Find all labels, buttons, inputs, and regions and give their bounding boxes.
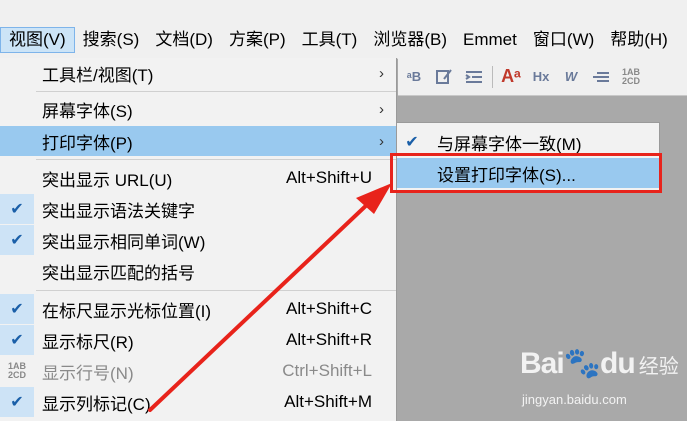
menu-window[interactable]: 窗口(W) bbox=[525, 27, 602, 53]
toolbar: ᵃB Aᵃ Hx W 1AB 2CD bbox=[398, 58, 687, 96]
menu-emmet[interactable]: Emmet bbox=[455, 27, 525, 53]
checkmark-icon: ✔ bbox=[10, 201, 24, 218]
chevron-right-icon: › bbox=[379, 100, 384, 118]
menu-scheme[interactable]: 方案(P) bbox=[221, 27, 294, 53]
menu-item-shortcut: Ctrl+Shift+L bbox=[282, 361, 372, 380]
toolbar-separator bbox=[492, 65, 493, 88]
menu-item-label: 屏幕字体(S) bbox=[42, 101, 133, 121]
menu-item-label: 显示列标记(C) bbox=[42, 394, 151, 414]
menu-separator bbox=[36, 290, 396, 291]
menu-item-gutter bbox=[0, 58, 34, 88]
menu-help[interactable]: 帮助(H) bbox=[602, 27, 676, 53]
checkmark-icon: ✔ bbox=[10, 232, 24, 249]
menu-item-show-column-marker[interactable]: ✔ 显示列标记(C) Alt+Shift+M bbox=[0, 387, 396, 417]
checkmark-icon: ✔ bbox=[405, 134, 419, 151]
view-menu-dropdown: 工具栏/视图(T) › 屏幕字体(S) › 打印字体(P) › 突出显示 URL… bbox=[0, 58, 397, 421]
menu-item-gutter: ✔ bbox=[0, 387, 34, 417]
word-wrap-icon[interactable]: W bbox=[559, 65, 583, 89]
menubar: 视图(V) 搜索(S) 文档(D) 方案(P) 工具(T) 浏览器(B) Emm… bbox=[0, 0, 687, 59]
menu-item-gutter bbox=[0, 94, 34, 124]
menu-item-gutter: ✔ bbox=[0, 225, 34, 255]
line-number-icon: 1AB 2CD bbox=[7, 361, 26, 380]
menu-item-gutter bbox=[0, 163, 34, 193]
menu-item-toolbar-view[interactable]: 工具栏/视图(T) › bbox=[0, 58, 396, 88]
menu-item-gutter: 1AB 2CD bbox=[0, 356, 34, 386]
menu-item-shortcut: Alt+Shift+M bbox=[284, 392, 372, 411]
checkmark-icon: ✔ bbox=[10, 301, 24, 318]
menu-item-highlight-url[interactable]: 突出显示 URL(U) Alt+Shift+U bbox=[0, 163, 396, 193]
menu-item-highlight-brackets[interactable]: 突出显示匹配的括号 bbox=[0, 256, 396, 286]
menu-item-label: 显示标尺(R) bbox=[42, 332, 134, 352]
menu-item-label: 突出显示相同单词(W) bbox=[42, 232, 206, 252]
menu-item-gutter: ✔ bbox=[0, 325, 34, 355]
menu-item-gutter: ✔ bbox=[0, 294, 34, 324]
menu-item-ruler-cursor-position[interactable]: ✔ 在标尺显示光标位置(I) Alt+Shift+C bbox=[0, 294, 396, 324]
menu-item-label: 工具栏/视图(T) bbox=[42, 65, 154, 85]
chevron-right-icon: › bbox=[379, 132, 384, 150]
paw-icon: 🐾 bbox=[563, 347, 601, 380]
menu-item-gutter bbox=[0, 256, 34, 286]
menu-separator bbox=[36, 159, 396, 160]
menu-document[interactable]: 文档(D) bbox=[147, 27, 221, 53]
annotation-highlight-box bbox=[390, 153, 662, 193]
menubar-row: 视图(V) 搜索(S) 文档(D) 方案(P) 工具(T) 浏览器(B) Emm… bbox=[0, 27, 676, 53]
menu-item-label: 打印字体(P) bbox=[42, 133, 133, 153]
watermark-cn: 经验 bbox=[638, 356, 679, 378]
menu-item-label: 突出显示 URL(U) bbox=[42, 170, 173, 190]
menu-item-show-line-numbers[interactable]: 1AB 2CD 显示行号(N) Ctrl+Shift+L bbox=[0, 356, 396, 386]
baidu-watermark: Bai🐾du 经验 jingyan.baidu.com bbox=[520, 346, 680, 416]
align-icon[interactable] bbox=[589, 65, 613, 89]
checkmark-icon: ✔ bbox=[10, 394, 24, 411]
menu-tools[interactable]: 工具(T) bbox=[294, 27, 366, 53]
font-size-icon[interactable]: ᵃB bbox=[402, 65, 426, 89]
menu-item-label: 与屏幕字体一致(M) bbox=[437, 134, 582, 154]
watermark-logo-suffix: du bbox=[600, 347, 636, 380]
menu-item-label: 显示行号(N) bbox=[42, 363, 134, 383]
menu-item-label: 在标尺显示光标位置(I) bbox=[42, 301, 212, 321]
watermark-url: jingyan.baidu.com bbox=[522, 392, 627, 407]
menu-item-screen-font[interactable]: 屏幕字体(S) › bbox=[0, 94, 396, 124]
font-color-icon[interactable]: Aᵃ bbox=[499, 65, 523, 89]
line-number-icon[interactable]: 1AB 2CD bbox=[619, 65, 643, 89]
menu-item-print-font[interactable]: 打印字体(P) › bbox=[0, 126, 396, 156]
menu-item-show-ruler[interactable]: ✔ 显示标尺(R) Alt+Shift+R bbox=[0, 325, 396, 355]
menu-browser[interactable]: 浏览器(B) bbox=[365, 27, 455, 53]
menu-item-shortcut: Alt+Shift+U bbox=[286, 168, 372, 187]
menu-separator bbox=[36, 91, 396, 92]
chevron-right-icon: › bbox=[379, 64, 384, 82]
menu-item-gutter bbox=[0, 126, 34, 156]
menu-view[interactable]: 视图(V) bbox=[0, 27, 75, 53]
menu-item-label: 突出显示语法关键字 bbox=[42, 201, 195, 221]
checkmark-icon: ✔ bbox=[10, 332, 24, 349]
indent-icon[interactable] bbox=[462, 65, 486, 89]
watermark-logo: Bai bbox=[520, 347, 565, 380]
menu-item-highlight-same-word[interactable]: ✔ 突出显示相同单词(W) bbox=[0, 225, 396, 255]
menu-item-highlight-syntax[interactable]: ✔ 突出显示语法关键字 bbox=[0, 194, 396, 224]
edit-icon[interactable] bbox=[432, 65, 456, 89]
menu-search[interactable]: 搜索(S) bbox=[75, 27, 148, 53]
menu-item-shortcut: Alt+Shift+R bbox=[286, 330, 372, 349]
menu-item-label: 突出显示匹配的括号 bbox=[42, 263, 195, 283]
hex-icon[interactable]: Hx bbox=[529, 65, 553, 89]
menu-item-shortcut: Alt+Shift+C bbox=[286, 299, 372, 318]
menu-item-gutter: ✔ bbox=[0, 194, 34, 224]
